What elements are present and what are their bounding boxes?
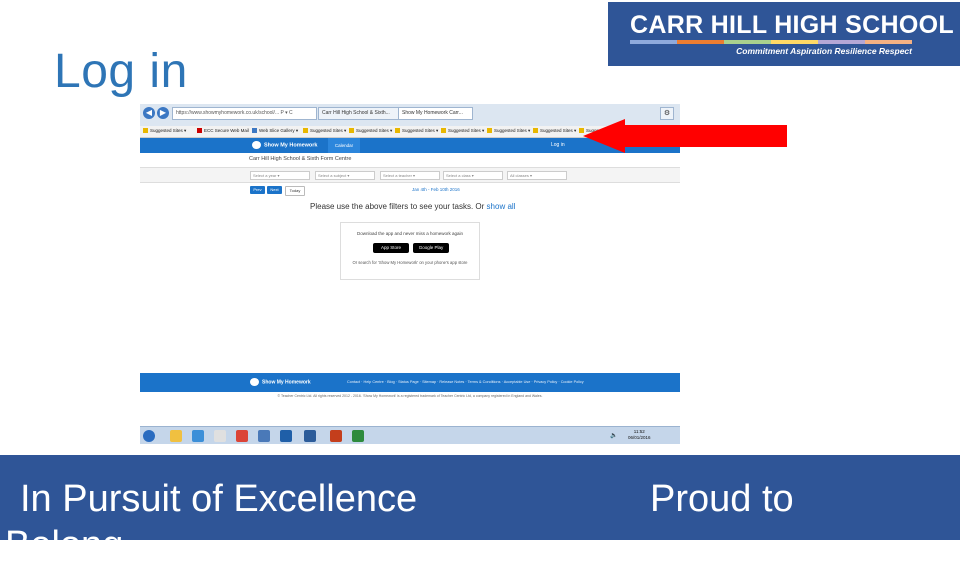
date-range[interactable]: Jan 4th - Feb 10th 2016 (412, 187, 460, 192)
site-footer: Show My Homework Contact · Help Centre ·… (140, 373, 680, 392)
favorite-item[interactable]: Suggested Sites ▾ (303, 128, 346, 134)
next-button[interactable]: Next (267, 186, 282, 194)
show-all-link[interactable]: show all (487, 202, 516, 211)
system-clock[interactable]: 11:52 06/01/2016 (628, 429, 651, 441)
address-bar[interactable]: https://www.showmyhomework.co.uk/school/… (172, 107, 317, 120)
prev-button[interactable]: Prev (250, 186, 265, 194)
logo-stripe (771, 40, 818, 44)
internet-explorer-icon[interactable] (192, 430, 204, 442)
school-name: Carr Hill High School & Sixth Form Centr… (249, 156, 352, 162)
teacher-filter[interactable]: Select a teacher ▾ (380, 171, 440, 180)
chrome-icon[interactable] (236, 430, 248, 442)
app-store-badge[interactable]: App Store (373, 243, 409, 253)
logo-stripe (818, 40, 865, 44)
filter-message-text: Please use the above filters to see your… (310, 202, 485, 211)
favorite-item[interactable]: Suggested Sites ▾ (441, 128, 484, 134)
today-button[interactable]: Today (285, 186, 305, 196)
site-logo-icon (252, 141, 261, 149)
back-arrow-icon[interactable]: ◀ (143, 107, 155, 119)
filter-message: Please use the above filters to see your… (310, 202, 515, 211)
login-link[interactable]: Log in (551, 142, 565, 148)
site-logo[interactable]: Show My Homework (252, 141, 317, 149)
year-filter[interactable]: Select a year ▾ (250, 171, 310, 180)
app-download-card: Download the app and never miss a homewo… (340, 222, 480, 280)
favorite-item[interactable]: Suggested Sites ▾ (487, 128, 530, 134)
outlook-icon[interactable] (280, 430, 292, 442)
forward-arrow-icon[interactable]: ▶ (157, 107, 169, 119)
start-button-icon[interactable] (143, 430, 155, 442)
favorite-item[interactable]: Suggested Sites ▾ (143, 128, 186, 134)
footer-logo[interactable]: Show My Homework (250, 378, 311, 386)
favorite-item[interactable]: ECC Secure Web Mail (197, 128, 249, 134)
school-logo: CARR HILL HIGH SCHOOL Commitment Aspirat… (608, 2, 960, 66)
red-arrow-pointer (583, 119, 787, 153)
file-explorer-icon[interactable] (170, 430, 182, 442)
calendar-tab[interactable]: Calendar (328, 138, 360, 153)
footer-legal: © Teacher Centric Ltd. All rights reserv… (277, 394, 543, 398)
footer-logo-icon (250, 378, 259, 386)
slide-title: Log in (54, 45, 188, 98)
logo-school-name: CARR HILL HIGH SCHOOL (630, 11, 954, 39)
footer-links[interactable]: Contact · Help Centre · Blog · Status Pa… (347, 380, 584, 384)
word-icon[interactable] (304, 430, 316, 442)
media-player-icon[interactable] (214, 430, 226, 442)
network-icon[interactable] (258, 430, 270, 442)
app-prompt: Download the app and never miss a homewo… (356, 231, 464, 236)
favorite-item[interactable]: Web Slice Gallery ▾ (252, 128, 298, 134)
google-play-badge[interactable]: Google Play (413, 243, 449, 253)
footer-slogan-wrap: Belong (5, 524, 124, 566)
footer-slogan: Proud to (650, 478, 794, 520)
app-note: Or search for 'Show My Homework' on your… (352, 260, 468, 265)
logo-stripe (724, 40, 771, 44)
logo-stripe (677, 40, 724, 44)
powerpoint-icon[interactable] (330, 430, 342, 442)
logo-color-stripes (630, 40, 912, 44)
browser-tab-homework[interactable]: Show My Homework Carr... (398, 107, 473, 120)
browser-tab-school[interactable]: Carr Hill High School & Sixth... (318, 107, 399, 120)
logo-stripe (630, 40, 677, 44)
logo-stripe (865, 40, 912, 44)
logo-tagline: Commitment Aspiration Resilience Respect (736, 46, 912, 56)
footer-motto: In Pursuit of Excellence (20, 478, 418, 520)
class-filter[interactable]: Select a class ▾ (443, 171, 503, 180)
all-classes-filter[interactable]: All classes ▾ (507, 171, 567, 180)
filter-bar: Select a year ▾ Select a subject ▾ Selec… (140, 167, 680, 183)
speaker-icon[interactable]: 🔈 (610, 432, 617, 439)
app-icon[interactable] (352, 430, 364, 442)
windows-taskbar: 🔈 11:52 06/01/2016 (140, 426, 680, 444)
subject-filter[interactable]: Select a subject ▾ (315, 171, 375, 180)
favorite-item[interactable]: Suggested Sites ▾ (395, 128, 438, 134)
favorite-item[interactable]: Suggested Sites ▾ (349, 128, 392, 134)
